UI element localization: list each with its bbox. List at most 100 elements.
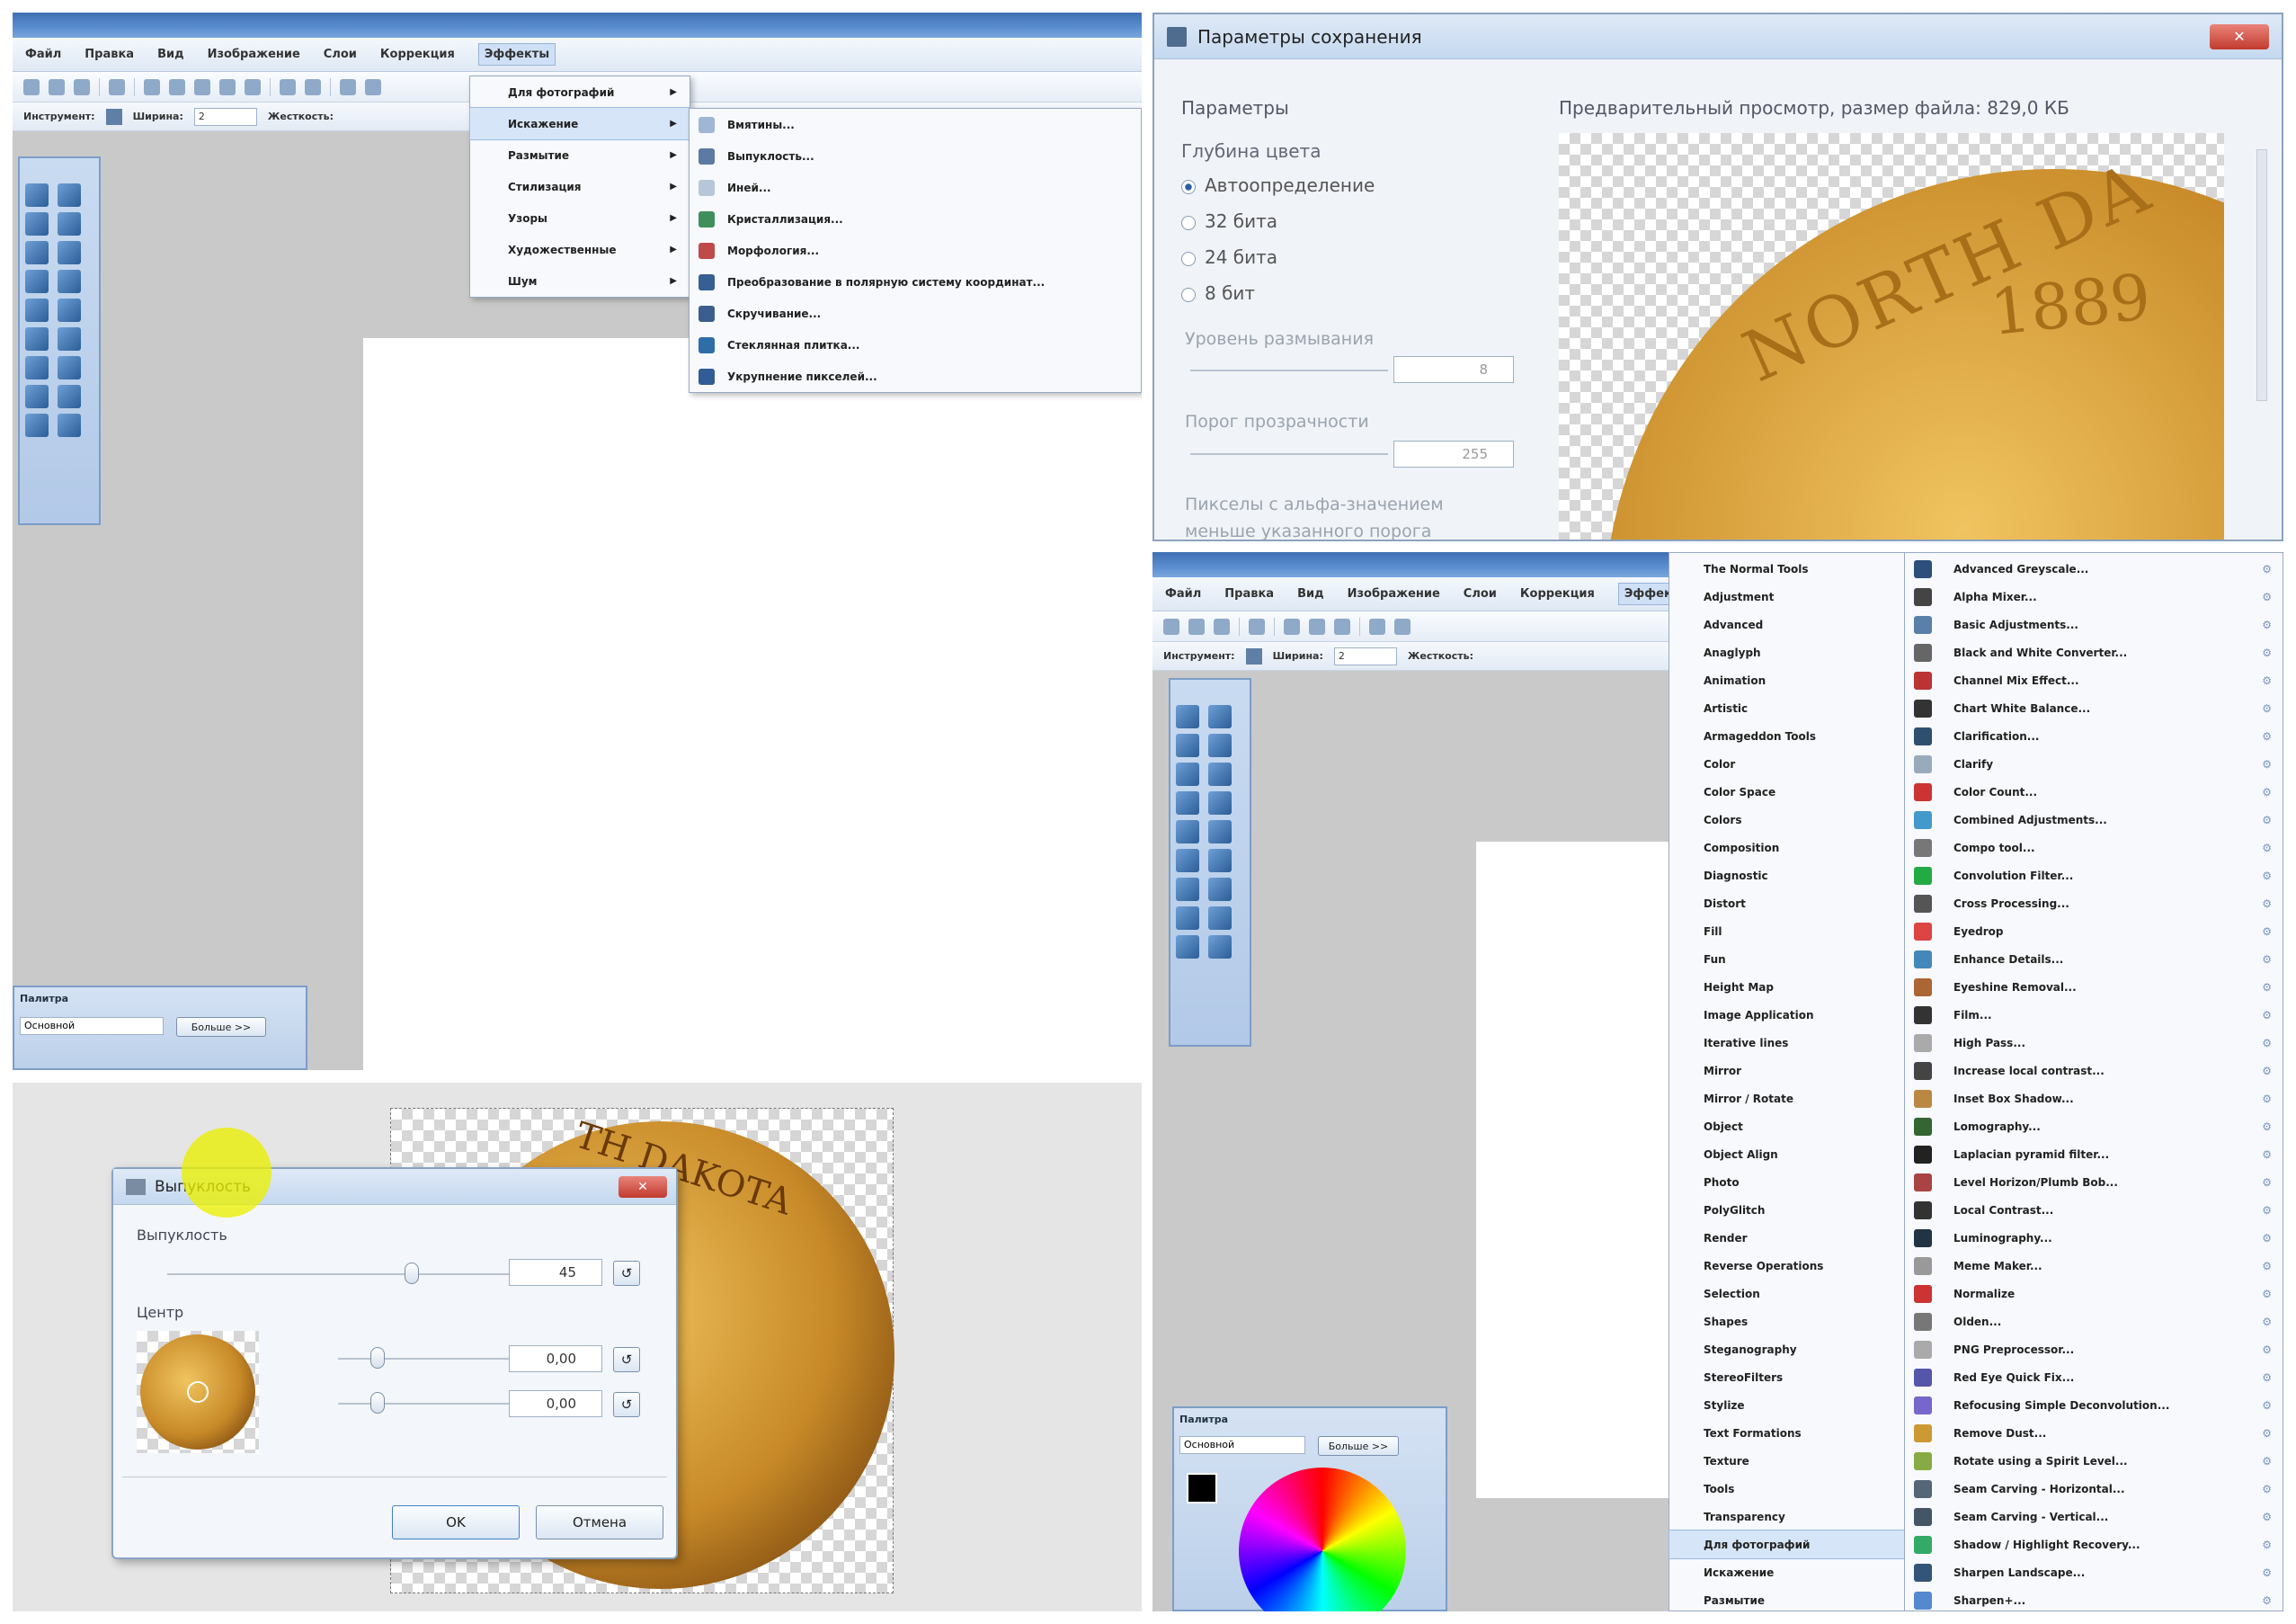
menu-6[interactable]: Эффекты	[477, 43, 556, 66]
move-tool[interactable]	[1208, 705, 1232, 728]
category-item[interactable]: Texture▶	[1704, 1447, 1928, 1475]
plugin-item[interactable]: Olden... ⚙	[1914, 1307, 2283, 1335]
category-item[interactable]: Mirror▶	[1704, 1057, 1928, 1084]
text-tool[interactable]	[25, 414, 49, 437]
distort-item[interactable]: Преобразование в полярную систему коорди…	[690, 266, 1141, 298]
menu-5[interactable]: Коррекция	[1520, 587, 1595, 601]
recolor-tool[interactable]	[1208, 906, 1232, 930]
plugin-item[interactable]: Eyeshine Removal... ⚙	[1914, 973, 2283, 1001]
center-y-slider[interactable]	[338, 1403, 527, 1405]
effects-menu-item[interactable]: Искажение ▶	[469, 107, 690, 140]
category-item[interactable]: PolyGlitch▶	[1704, 1196, 1928, 1224]
radio-icon[interactable]	[1181, 215, 1196, 230]
plugin-item[interactable]: Color Count... ⚙	[1914, 778, 2283, 806]
plugin-item[interactable]: Chart White Balance... ⚙	[1914, 694, 2283, 722]
cancel-button[interactable]: Отмена	[536, 1505, 663, 1539]
category-item[interactable]: Mirror / Rotate▶	[1704, 1084, 1928, 1112]
category-item[interactable]: Steganography▶	[1704, 1335, 1928, 1363]
bucket-tool[interactable]	[25, 299, 49, 322]
paste-icon[interactable]	[194, 78, 210, 95]
distort-item[interactable]: Морфология...	[690, 235, 1141, 266]
distort-item[interactable]: Кристаллизация...	[690, 203, 1141, 235]
distort-item[interactable]: Стеклянная плитка...	[690, 329, 1141, 361]
category-item[interactable]: Color▶	[1704, 750, 1928, 778]
category-item[interactable]: Shapes▶	[1704, 1307, 1928, 1335]
plugin-item[interactable]: PNG Preprocessor... ⚙	[1914, 1335, 2283, 1363]
category-item[interactable]: Animation▶	[1704, 666, 1928, 694]
close-button[interactable]: ✕	[2210, 23, 2269, 49]
category-item[interactable]: Composition▶	[1704, 834, 1928, 861]
clone-tool[interactable]	[1176, 906, 1199, 930]
effects-menu-item[interactable]: Художественные ▶	[470, 234, 690, 265]
amount-reset-button[interactable]: ↺	[613, 1261, 640, 1286]
radio-icon[interactable]	[1181, 251, 1196, 266]
preview-scrollbar[interactable]	[2256, 149, 2267, 401]
color-wheel[interactable]	[1239, 1468, 1406, 1611]
plugin-item[interactable]: Level Horizon/Plumb Bob... ⚙	[1914, 1168, 2283, 1196]
plugin-item[interactable]: Cross Processing... ⚙	[1914, 889, 2283, 917]
ellipse-select-tool[interactable]	[1176, 763, 1199, 786]
plugin-item[interactable]: Inset Box Shadow... ⚙	[1914, 1084, 2283, 1112]
plugin-item[interactable]: Laplacian pyramid filter... ⚙	[1914, 1140, 2283, 1168]
category-item[interactable]: Photo▶	[1704, 1168, 1928, 1196]
category-item[interactable]: Fun▶	[1704, 945, 1928, 973]
effects-menu-item[interactable]: Стилизация ▶	[470, 171, 690, 202]
category-item[interactable]: Render▶	[1704, 1224, 1928, 1252]
category-item[interactable]: Для фотографий▶	[1669, 1530, 1929, 1559]
pencil-tool[interactable]	[1176, 878, 1199, 901]
category-item[interactable]: Object Align▶	[1704, 1140, 1928, 1168]
crop-icon[interactable]	[219, 78, 236, 95]
center-x-field[interactable]: 0,00	[509, 1345, 602, 1372]
category-item[interactable]: Object▶	[1704, 1112, 1928, 1140]
effects-menu-item[interactable]: Для фотографий ▶	[470, 76, 690, 108]
select-rect-tool[interactable]	[25, 183, 49, 207]
image-canvas[interactable]	[363, 338, 1142, 1070]
distort-item[interactable]: Укрупнение пикселей...	[690, 361, 1141, 392]
print-icon[interactable]	[109, 78, 125, 95]
width-field[interactable]: 2	[193, 107, 257, 126]
distort-item[interactable]: Скручивание...	[690, 298, 1141, 329]
effects-menu-item[interactable]: Узоры ▶	[470, 202, 690, 234]
plugin-item[interactable]: Remove Dust... ⚙	[1914, 1419, 2283, 1447]
plugin-item[interactable]: Film... ⚙	[1914, 1001, 2283, 1029]
pencil-tool[interactable]	[25, 356, 49, 379]
category-item[interactable]: Anaglyph▶	[1704, 638, 1928, 666]
gradient-tool[interactable]	[58, 299, 81, 322]
depth-option[interactable]: 24 бита	[1181, 246, 1375, 282]
plugin-item[interactable]: Combined Adjustments... ⚙	[1914, 806, 2283, 834]
menu-0[interactable]: Файл	[1165, 587, 1201, 601]
amount-slider-knob[interactable]	[405, 1263, 419, 1284]
plugin-item[interactable]: Normalize ⚙	[1914, 1280, 2283, 1307]
distort-item[interactable]: Выпуклость...	[690, 140, 1141, 172]
color-picker-tool[interactable]	[58, 356, 81, 379]
menu-3[interactable]: Изображение	[208, 48, 300, 61]
category-item[interactable]: Advanced▶	[1704, 611, 1928, 638]
zoom-tool[interactable]	[1208, 763, 1232, 786]
grid-icon[interactable]	[340, 78, 356, 95]
cut-icon[interactable]	[144, 78, 160, 95]
center-x-knob[interactable]	[370, 1347, 385, 1369]
dither-slider[interactable]	[1190, 370, 1388, 371]
menu-2[interactable]: Вид	[1297, 587, 1324, 601]
text-tool[interactable]	[1176, 935, 1199, 959]
category-item[interactable]: Colors▶	[1704, 806, 1928, 834]
brush-tool[interactable]	[25, 327, 49, 351]
depth-option[interactable]: 32 бита	[1181, 210, 1375, 246]
category-item[interactable]: Armageddon Tools▶	[1704, 722, 1928, 750]
threshold-slider[interactable]	[1190, 453, 1388, 455]
plugin-item[interactable]: High Pass... ⚙	[1914, 1029, 2283, 1057]
plugin-item[interactable]: Compo tool... ⚙	[1914, 834, 2283, 861]
category-item[interactable]: Artistic▶	[1704, 694, 1928, 722]
category-item[interactable]: Color Space▶	[1704, 778, 1928, 806]
pan-tool[interactable]	[58, 270, 81, 293]
category-item[interactable]: Искажение▶	[1704, 1558, 1928, 1586]
plugin-item[interactable]: Basic Adjustments... ⚙	[1914, 611, 2283, 638]
magic-wand-tool[interactable]	[1176, 791, 1199, 815]
cut-icon[interactable]	[1284, 618, 1300, 635]
menu-5[interactable]: Коррекция	[380, 48, 455, 61]
category-item[interactable]: Iterative lines▶	[1704, 1029, 1928, 1057]
brush-icon[interactable]	[105, 108, 122, 125]
category-item[interactable]: Размытие▶	[1704, 1586, 1928, 1611]
recolor-tool[interactable]	[58, 385, 81, 408]
plugin-item[interactable]: Sharpen Landscape... ⚙	[1914, 1558, 2283, 1586]
